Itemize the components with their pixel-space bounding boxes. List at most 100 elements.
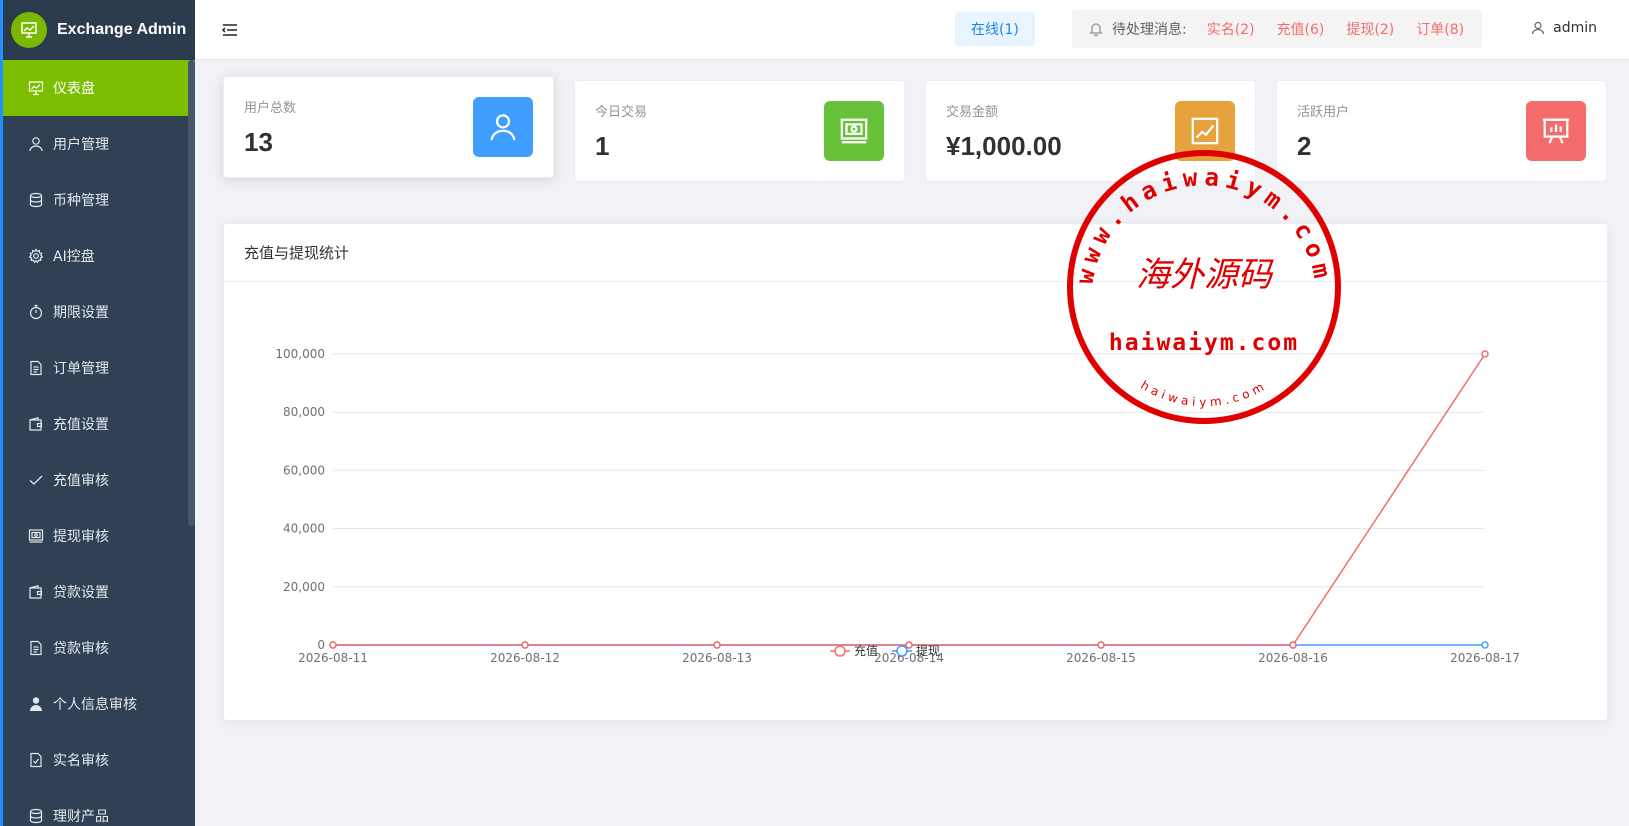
money-icon — [824, 101, 884, 161]
sidebar-item-label: 充值审核 — [53, 473, 109, 489]
user-icon — [473, 97, 533, 157]
presentation-icon — [1526, 101, 1586, 161]
username: admin — [1553, 20, 1597, 36]
data-point — [329, 641, 337, 649]
sidebar-item-11[interactable]: 个人信息审核 — [3, 676, 195, 732]
line-chart: 100,00080,00060,00040,00020,00002026-08-… — [275, 347, 1520, 665]
brand-logo-icon — [11, 12, 47, 48]
series-line-0 — [333, 353, 1486, 646]
sidebar-item-9[interactable]: 贷款设置 — [3, 564, 195, 620]
sidebar-item-8[interactable]: 提现审核 — [3, 508, 195, 564]
document-check-icon — [27, 751, 45, 769]
chart-card: 充值与提现统计 100,000 80,000 60,000 40,000 20,000 0… — [223, 223, 1608, 721]
person-filled-icon — [27, 695, 45, 713]
notice-realname-link[interactable]: 实名(2) — [1207, 19, 1255, 39]
sidebar-item-6[interactable]: 充值设置 — [3, 396, 195, 452]
y-tick-label: 0 — [317, 638, 325, 652]
stat-card-today-trades[interactable]: 今日交易 1 — [574, 80, 905, 182]
sidebar-item-label: 个人信息审核 — [53, 697, 137, 713]
sidebar-item-label: 实名审核 — [53, 753, 109, 769]
stat-value: ¥1,000.00 — [946, 131, 1062, 161]
sidebar-item-label: 仪表盘 — [53, 81, 95, 97]
y-tick-label: 40,000 — [283, 522, 325, 536]
stat-value: 2 — [1297, 131, 1312, 161]
sidebar-item-label: 充值设置 — [53, 417, 109, 433]
data-point — [1481, 641, 1489, 649]
sidebar-item-4[interactable]: 期限设置 — [3, 284, 195, 340]
stat-card-trade-amount[interactable]: 交易金额 ¥1,000.00 — [925, 80, 1256, 182]
y-tick-label: 100,000 — [275, 347, 325, 361]
sidebar-item-1[interactable]: 用户管理 — [3, 116, 195, 172]
gear-icon — [27, 247, 45, 265]
document-icon — [27, 359, 45, 377]
user-menu[interactable]: admin — [1531, 20, 1597, 36]
top-header: 在线(1) 待处理消息: 实名(2) 充值(6) 提现(2) 订单(8) adm… — [195, 0, 1629, 60]
sidebar-item-label: 用户管理 — [53, 137, 109, 153]
sidebar-item-12[interactable]: 实名审核 — [3, 732, 195, 788]
notice-order-link[interactable]: 订单(8) — [1416, 19, 1464, 39]
sidebar-scrollbar[interactable] — [188, 60, 195, 526]
sidebar-item-0[interactable]: 仪表盘 — [3, 60, 195, 116]
y-tick-label: 80,000 — [283, 405, 325, 419]
menu-toggle-icon[interactable] — [221, 21, 239, 39]
online-count-button[interactable]: 在线(1) — [955, 12, 1035, 46]
sidebar-item-7[interactable]: 充值审核 — [3, 452, 195, 508]
x-tick-label: 2026-08-12 — [490, 651, 560, 665]
pending-label: 待处理消息: — [1112, 22, 1187, 38]
stopwatch-icon — [27, 303, 45, 321]
document-icon — [27, 639, 45, 657]
x-tick-label: 2026-08-13 — [682, 651, 752, 665]
stat-card-users[interactable]: 用户总数 13 — [223, 76, 554, 178]
wallet-icon — [27, 415, 45, 433]
data-point — [713, 641, 721, 649]
legend-label: 充值 — [854, 643, 878, 658]
bell-icon — [1088, 21, 1104, 37]
data-point — [1289, 641, 1297, 649]
pending-messages: 待处理消息: 实名(2) 充值(6) 提现(2) 订单(8) — [1072, 10, 1482, 48]
sidebar-item-label: 贷款审核 — [53, 641, 109, 657]
notice-recharge-link[interactable]: 充值(6) — [1277, 19, 1325, 39]
x-tick-label: 2026-08-17 — [1450, 651, 1520, 665]
y-tick-label: 60,000 — [283, 463, 325, 477]
sidebar-item-label: 贷款设置 — [53, 585, 109, 601]
sidebar-item-label: 提现审核 — [53, 529, 109, 545]
legend-marker — [896, 645, 908, 657]
legend-label: 提现 — [916, 643, 940, 658]
wallet-icon — [27, 583, 45, 601]
data-point — [1097, 641, 1105, 649]
sidebar-item-label: 期限设置 — [53, 305, 109, 321]
stat-label: 用户总数 — [244, 101, 297, 116]
stat-card-active-users[interactable]: 活跃用户 2 — [1276, 80, 1607, 182]
sidebar-item-label: 币种管理 — [53, 193, 109, 209]
sidebar-item-label: 订单管理 — [53, 361, 109, 377]
notice-withdraw-link[interactable]: 提现(2) — [1346, 19, 1394, 39]
money-icon — [27, 527, 45, 545]
sidebar-item-label: AI控盘 — [53, 249, 95, 265]
sidebar-item-10[interactable]: 贷款审核 — [3, 620, 195, 676]
y-tick-label: 20,000 — [283, 580, 325, 594]
user-icon — [1531, 21, 1545, 35]
stat-label: 活跃用户 — [1297, 105, 1350, 120]
database-icon — [27, 807, 45, 825]
x-tick-label: 2026-08-11 — [298, 651, 368, 665]
trend-icon — [1175, 101, 1235, 161]
data-point — [1481, 350, 1489, 358]
data-point — [905, 641, 913, 649]
stat-label: 交易金额 — [946, 105, 999, 120]
check-icon — [27, 471, 45, 489]
user-icon — [27, 135, 45, 153]
sidebar-item-3[interactable]: AI控盘 — [3, 228, 195, 284]
x-tick-label: 2026-08-16 — [1258, 651, 1328, 665]
stat-label: 今日交易 — [595, 105, 648, 120]
sidebar: Exchange Admin 仪表盘 用户管理 币种管理 AI控盘 期限设置 订单管理 充值… — [0, 0, 195, 826]
stat-value: 13 — [244, 127, 273, 157]
stat-value: 1 — [595, 131, 610, 161]
data-point — [521, 641, 529, 649]
dashboard-icon — [27, 79, 45, 97]
sidebar-item-5[interactable]: 订单管理 — [3, 340, 195, 396]
legend-marker — [834, 645, 846, 657]
sidebar-item-13[interactable]: 理财产品 — [3, 788, 195, 826]
sidebar-item-2[interactable]: 币种管理 — [3, 172, 195, 228]
sidebar-item-label: 理财产品 — [53, 809, 109, 825]
x-tick-label: 2026-08-15 — [1066, 651, 1136, 665]
